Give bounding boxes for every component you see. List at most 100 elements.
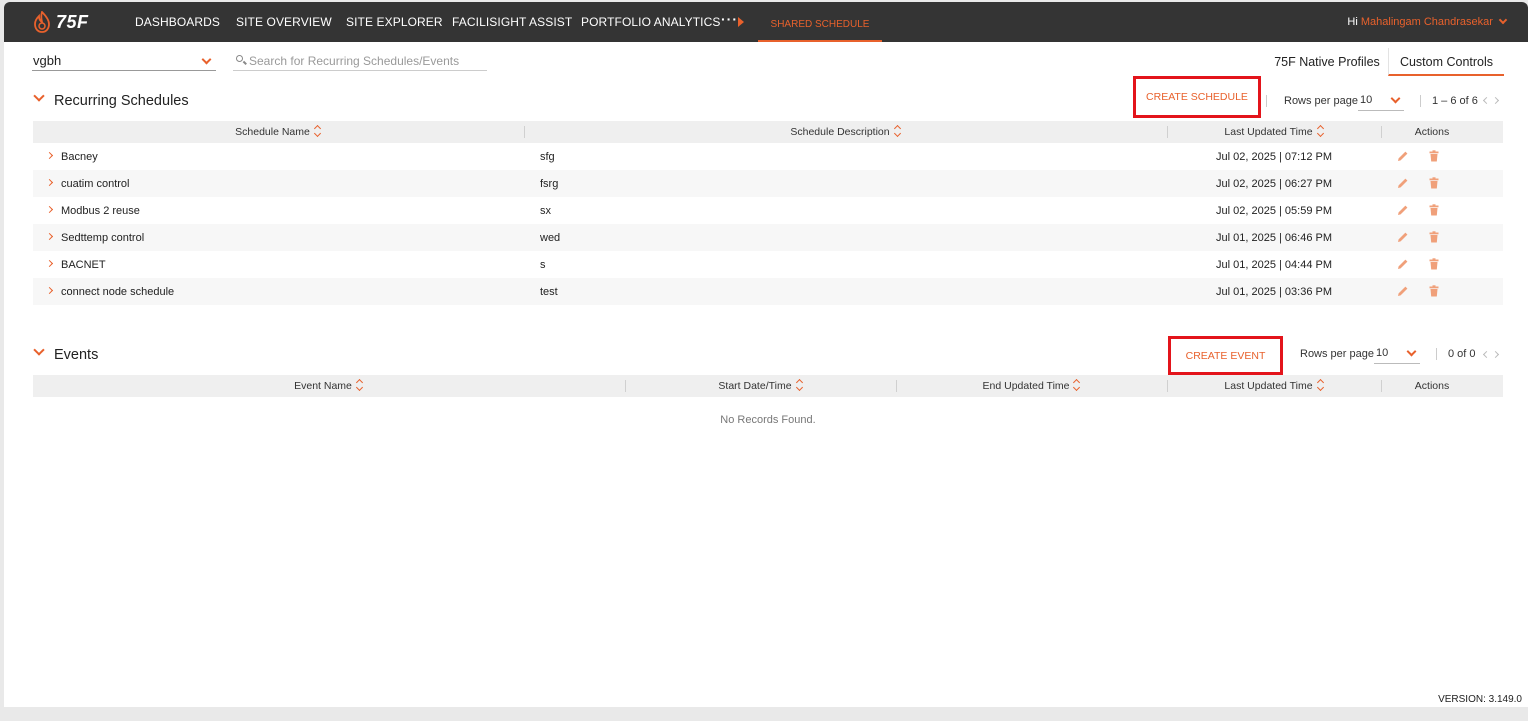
col-last-updated[interactable]: Last Updated Time bbox=[1168, 121, 1381, 143]
schedule-name: connect node schedule bbox=[61, 286, 175, 298]
delete-trash-icon[interactable] bbox=[1428, 177, 1440, 189]
schedules-title: Recurring Schedules bbox=[54, 93, 189, 109]
schedule-updated: Jul 01, 2025 | 04:44 PM bbox=[1216, 259, 1332, 271]
schedule-description: fsrg bbox=[540, 178, 559, 190]
expand-row-icon[interactable] bbox=[45, 259, 54, 268]
sort-icon[interactable] bbox=[1317, 380, 1325, 390]
schedule-updated: Jul 01, 2025 | 03:36 PM bbox=[1216, 286, 1332, 298]
col-end-updated[interactable]: End Updated Time bbox=[897, 375, 1167, 397]
schedule-description: test bbox=[540, 286, 558, 298]
chevron-down-icon bbox=[1406, 346, 1417, 357]
schedule-updated: Jul 01, 2025 | 06:46 PM bbox=[1216, 232, 1332, 244]
schedules-range: 1 – 6 of 6 bbox=[1432, 95, 1478, 107]
schedule-description: s bbox=[540, 259, 546, 271]
schedule-description: sfg bbox=[540, 151, 555, 163]
schedules-rows-per-page-select[interactable]: 10 bbox=[1358, 91, 1404, 111]
expand-row-icon[interactable] bbox=[45, 178, 54, 187]
sort-icon[interactable] bbox=[356, 380, 364, 390]
col-event-name[interactable]: Event Name bbox=[33, 375, 625, 397]
events-title: Events bbox=[54, 347, 99, 363]
nav-scroll-right-icon[interactable] bbox=[738, 17, 744, 27]
nav-site-explorer[interactable]: SITE EXPLORER bbox=[346, 15, 443, 29]
nav-shared-schedule[interactable]: SHARED SCHEDULE bbox=[758, 2, 882, 42]
schedule-name: Sedttemp control bbox=[61, 232, 145, 244]
edit-pencil-icon[interactable] bbox=[1397, 285, 1409, 297]
table-row[interactable]: Modbus 2 reuse sx Jul 02, 2025 | 05:59 P… bbox=[33, 197, 1503, 224]
table-row[interactable]: Bacney sfg Jul 02, 2025 | 07:12 PM bbox=[33, 143, 1503, 170]
search-box[interactable] bbox=[233, 52, 487, 71]
col-actions: Actions bbox=[1382, 121, 1482, 143]
col-label: Actions bbox=[1414, 380, 1450, 392]
nav-facilisight-assist[interactable]: FACILISIGHT ASSIST bbox=[452, 15, 572, 29]
next-page-icon[interactable] bbox=[1491, 350, 1500, 359]
schedule-description: wed bbox=[540, 232, 561, 244]
logo[interactable]: 75F bbox=[32, 11, 89, 33]
col-actions: Actions bbox=[1382, 375, 1482, 397]
col-label: Start Date/Time bbox=[718, 380, 792, 392]
col-schedule-name[interactable]: Schedule Name bbox=[33, 121, 524, 143]
schedule-name: BACNET bbox=[61, 259, 106, 271]
schedule-name: Modbus 2 reuse bbox=[61, 205, 140, 217]
table-row[interactable]: cuatim control fsrg Jul 02, 2025 | 06:27… bbox=[33, 170, 1503, 197]
schedules-rows-per-page-label: Rows per page bbox=[1284, 95, 1358, 107]
divider bbox=[1420, 95, 1421, 107]
collapse-schedules-icon[interactable] bbox=[33, 90, 45, 102]
events-range: 0 of 0 bbox=[1448, 348, 1476, 360]
col-label: Last Updated Time bbox=[1224, 126, 1313, 138]
nav-portfolio-analytics[interactable]: PORTFOLIO ANALYTICS bbox=[581, 15, 721, 29]
prev-page-icon[interactable] bbox=[1482, 350, 1491, 359]
sort-icon[interactable] bbox=[796, 380, 804, 390]
collapse-events-icon[interactable] bbox=[33, 344, 45, 356]
edit-pencil-icon[interactable] bbox=[1397, 231, 1409, 243]
events-rows-per-page-select[interactable]: 10 bbox=[1374, 344, 1420, 364]
site-select-value: vgbh bbox=[33, 53, 62, 68]
next-page-icon[interactable] bbox=[1491, 96, 1500, 105]
col-last-updated[interactable]: Last Updated Time bbox=[1168, 375, 1381, 397]
site-select[interactable]: vgbh bbox=[32, 52, 216, 71]
sort-icon[interactable] bbox=[1317, 126, 1325, 136]
tab-native-profiles[interactable]: 75F Native Profiles bbox=[1268, 48, 1386, 76]
nav-dashboards[interactable]: DASHBOARDS bbox=[135, 15, 220, 29]
schedule-updated: Jul 02, 2025 | 05:59 PM bbox=[1216, 205, 1332, 217]
user-menu[interactable]: Hi Mahalingam Chandrasekar bbox=[1347, 15, 1508, 28]
nav-site-overview[interactable]: SITE OVERVIEW bbox=[236, 15, 332, 29]
app-window: 75F DASHBOARDS SITE OVERVIEW SITE EXPLOR… bbox=[4, 2, 1528, 707]
greeting-text: Hi bbox=[1347, 16, 1358, 28]
chevron-down-icon bbox=[201, 54, 212, 65]
no-records-message: No Records Found. bbox=[720, 414, 816, 426]
schedules-rows-per-page-value: 10 bbox=[1360, 94, 1373, 106]
schedule-updated: Jul 02, 2025 | 06:27 PM bbox=[1216, 178, 1332, 190]
expand-row-icon[interactable] bbox=[45, 151, 54, 160]
version-label: VERSION: 3.149.0 bbox=[1438, 694, 1522, 705]
col-label: Last Updated Time bbox=[1224, 380, 1313, 392]
edit-pencil-icon[interactable] bbox=[1397, 258, 1409, 270]
expand-row-icon[interactable] bbox=[45, 205, 54, 214]
search-input[interactable] bbox=[249, 52, 485, 69]
prev-page-icon[interactable] bbox=[1482, 96, 1491, 105]
edit-pencil-icon[interactable] bbox=[1397, 177, 1409, 189]
sort-icon[interactable] bbox=[314, 126, 322, 136]
delete-trash-icon[interactable] bbox=[1428, 285, 1440, 297]
expand-row-icon[interactable] bbox=[45, 286, 54, 295]
delete-trash-icon[interactable] bbox=[1428, 258, 1440, 270]
table-row[interactable]: connect node schedule test Jul 01, 2025 … bbox=[33, 278, 1503, 305]
delete-trash-icon[interactable] bbox=[1428, 150, 1440, 162]
table-row[interactable]: Sedttemp control wed Jul 01, 2025 | 06:4… bbox=[33, 224, 1503, 251]
tab-custom-controls[interactable]: Custom Controls bbox=[1388, 48, 1504, 76]
divider bbox=[1266, 95, 1267, 107]
sort-icon[interactable] bbox=[894, 126, 902, 136]
col-start-date[interactable]: Start Date/Time bbox=[626, 375, 896, 397]
edit-pencil-icon[interactable] bbox=[1397, 204, 1409, 216]
create-schedule-button[interactable]: CREATE SCHEDULE bbox=[1133, 76, 1261, 118]
create-event-button[interactable]: CREATE EVENT bbox=[1168, 336, 1283, 375]
expand-row-icon[interactable] bbox=[45, 232, 54, 241]
nav-more-icon[interactable]: ··· bbox=[721, 11, 738, 27]
sort-icon[interactable] bbox=[1073, 380, 1081, 390]
edit-pencil-icon[interactable] bbox=[1397, 150, 1409, 162]
table-row[interactable]: BACNET s Jul 01, 2025 | 04:44 PM bbox=[33, 251, 1503, 278]
logo-text: 75F bbox=[56, 11, 89, 32]
delete-trash-icon[interactable] bbox=[1428, 231, 1440, 243]
col-schedule-description[interactable]: Schedule Description bbox=[525, 121, 1167, 143]
user-name: Mahalingam Chandrasekar bbox=[1360, 16, 1493, 28]
delete-trash-icon[interactable] bbox=[1428, 204, 1440, 216]
